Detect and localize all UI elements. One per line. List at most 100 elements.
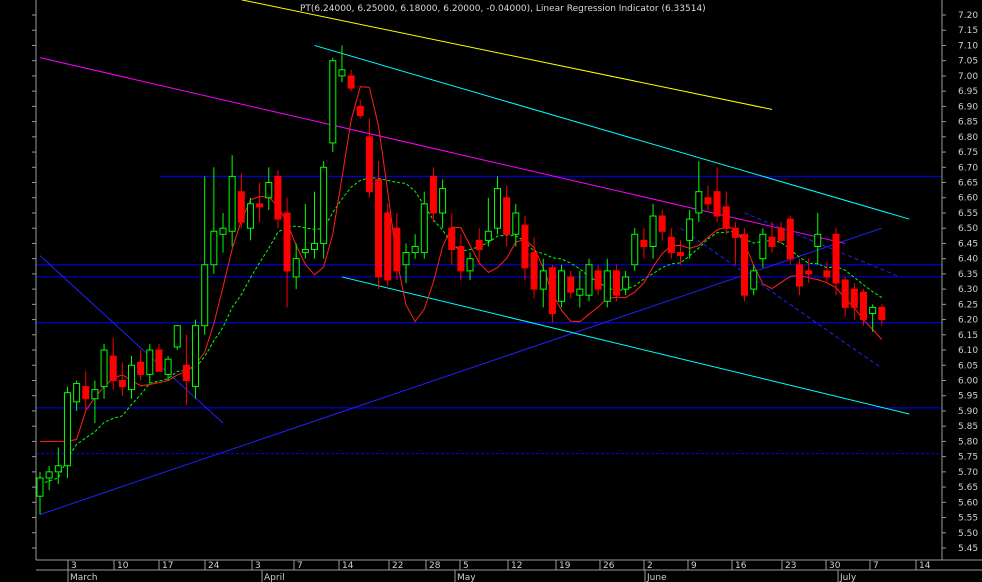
x-tick-label: 3 <box>71 561 77 571</box>
candle-down <box>878 306 886 321</box>
candle-up <box>91 389 99 400</box>
candle-down <box>777 227 785 241</box>
candle-up <box>45 471 53 479</box>
candle-up <box>301 249 309 254</box>
candle-up <box>54 465 62 473</box>
x-tick-label: 14 <box>919 561 931 571</box>
y-tick-label: 6.20 <box>958 316 978 326</box>
candlestick-chart: PT(6.24000, 6.25000, 6.18000, 6.20000, -… <box>32 0 982 582</box>
y-tick-label: 5.55 <box>958 514 978 524</box>
x-tick-label: 17 <box>162 561 173 571</box>
y-tick-label: 6.70 <box>958 163 978 173</box>
x-tick-label: 22 <box>392 561 403 571</box>
candle-up <box>576 288 584 296</box>
x-tick-label: 10 <box>117 561 129 571</box>
candle-down <box>832 233 840 284</box>
candle-up <box>292 258 300 278</box>
candle-up <box>265 182 273 199</box>
y-tick-label: 6.85 <box>958 118 978 128</box>
candle-up <box>539 270 547 290</box>
candle-down <box>393 227 401 272</box>
y-tick-label: 5.80 <box>958 437 978 447</box>
candle-down <box>731 227 739 238</box>
candle-down <box>503 197 511 235</box>
candle-down <box>118 379 126 388</box>
y-tick-label: 6.45 <box>958 239 978 249</box>
candle-up <box>603 270 611 302</box>
x-tick-label: 12 <box>511 561 522 571</box>
candle-up <box>63 392 71 467</box>
y-tick-label: 6.50 <box>958 224 978 234</box>
x-tick-label: 7 <box>297 561 303 571</box>
candle-down <box>237 191 245 223</box>
candle-down <box>768 236 776 247</box>
y-tick-label: 6.55 <box>958 209 978 219</box>
candle-down <box>109 355 117 381</box>
candle-down <box>567 276 575 293</box>
candle-up <box>631 233 639 266</box>
candle-down <box>713 191 721 217</box>
y-tick-label: 7.05 <box>958 57 978 67</box>
y-tick-label: 5.75 <box>958 453 978 463</box>
candle-up <box>494 188 501 229</box>
candle-up <box>173 325 181 348</box>
candle-up <box>36 477 44 497</box>
y-tick-label: 5.65 <box>958 483 978 493</box>
channel-upper <box>314 44 910 220</box>
y-tick-label: 6.60 <box>958 194 978 204</box>
y-tick-label: 5.85 <box>958 422 978 432</box>
y-tick-label: 7.10 <box>958 41 978 51</box>
candle-up <box>73 383 81 403</box>
yellow-trendline <box>241 0 773 110</box>
candle-up <box>210 230 218 266</box>
candle-up <box>164 358 172 375</box>
candle-up <box>622 276 630 290</box>
candle-up <box>100 349 108 388</box>
trend-lines <box>39 0 910 515</box>
candle-down <box>429 175 437 214</box>
y-tick-label: 5.45 <box>958 544 978 554</box>
candle-down <box>530 252 538 290</box>
y-tick-label: 6.95 <box>958 87 978 97</box>
candle-up <box>466 258 474 272</box>
candle-up <box>219 227 227 235</box>
candle-up <box>246 203 254 229</box>
candle-down <box>521 224 529 269</box>
candle-up <box>649 215 657 247</box>
candle-up <box>201 264 209 327</box>
candle-up <box>686 218 694 241</box>
candle-up <box>411 245 419 254</box>
y-tick-label: 6.15 <box>958 331 978 341</box>
candle-up <box>192 325 200 388</box>
candle-up <box>759 233 767 260</box>
y-tick-label: 5.50 <box>958 529 978 539</box>
candle-down <box>365 136 373 193</box>
candle-down <box>274 175 282 220</box>
y-tick-label: 6.65 <box>958 179 978 189</box>
candle-up <box>420 203 428 254</box>
candle-up <box>228 175 236 232</box>
candle-down <box>667 236 675 254</box>
x-tick-label: 5 <box>463 561 469 571</box>
y-tick-label: 6.75 <box>958 148 978 158</box>
candle-down <box>612 270 620 296</box>
candle-down <box>375 178 383 278</box>
y-tick-label: 5.60 <box>958 498 978 508</box>
x-tick-label: 14 <box>342 561 354 571</box>
month-label: June <box>646 573 667 582</box>
y-tick-label: 6.10 <box>958 346 978 356</box>
candle-up <box>750 270 758 290</box>
candle-down <box>850 288 858 308</box>
y-tick-label: 6.30 <box>958 285 978 295</box>
month-label: April <box>264 573 285 582</box>
candle-down <box>722 206 730 229</box>
x-tick-label: 30 <box>829 561 841 571</box>
candle-down <box>356 105 364 117</box>
month-label: July <box>839 573 857 582</box>
candle-down <box>805 270 813 275</box>
candle-down <box>548 267 556 314</box>
y-tick-label: 6.00 <box>958 376 978 386</box>
candle-up <box>558 270 566 302</box>
candle-down <box>182 364 190 381</box>
candle-down <box>786 218 794 260</box>
